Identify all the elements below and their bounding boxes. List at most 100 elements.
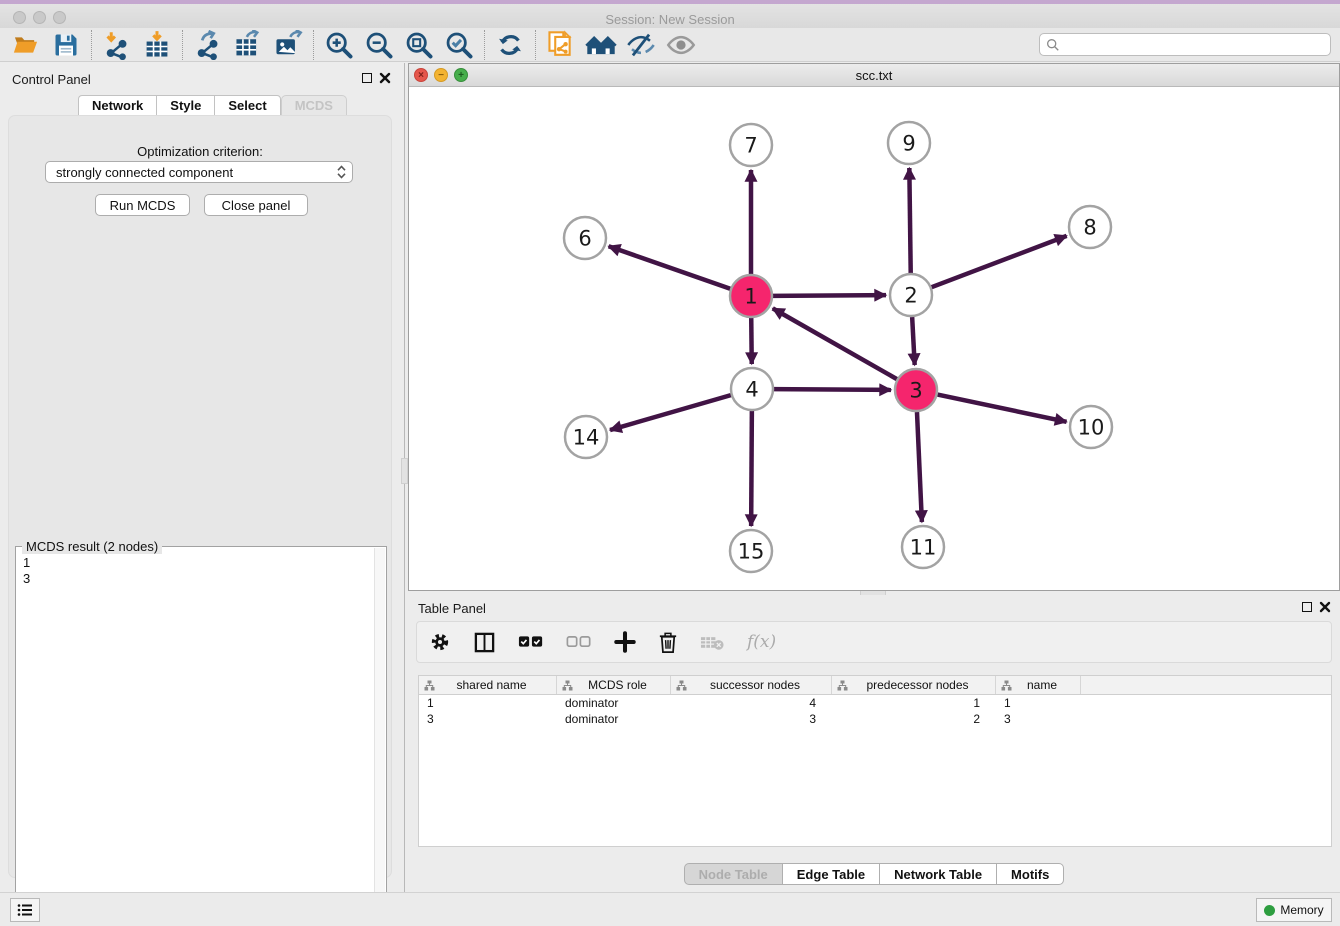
hierarchy-icon: [562, 680, 573, 691]
selected-option: strongly connected component: [56, 165, 337, 180]
import-network-button[interactable]: [97, 29, 137, 61]
network-canvas[interactable]: 1234678910111415: [409, 87, 1339, 590]
graph-edge-1-2[interactable]: [773, 295, 886, 296]
node-table[interactable]: shared nameMCDS rolesuccessor nodesprede…: [418, 675, 1332, 847]
table-cell[interactable]: 3: [419, 711, 557, 727]
graph-edge-1-6[interactable]: [609, 246, 731, 288]
zoom-selected-button[interactable]: [439, 29, 479, 61]
graph-node-label: 1: [744, 285, 757, 309]
mcds-result-title: MCDS result (2 nodes): [22, 539, 162, 554]
zoom-in-button[interactable]: [319, 29, 359, 61]
search-input[interactable]: [1060, 38, 1330, 52]
zoom-out-button[interactable]: [359, 29, 399, 61]
table-cell[interactable]: 3: [996, 711, 1081, 727]
hierarchy-icon: [424, 680, 435, 691]
graph-node-label: 9: [902, 132, 915, 156]
graph-edge-4-14[interactable]: [610, 395, 731, 430]
search-field[interactable]: [1039, 33, 1331, 56]
graph-node-label: 8: [1083, 216, 1096, 240]
eye-icon: [666, 31, 696, 59]
tab-style[interactable]: Style: [156, 95, 214, 116]
houses-icon: [585, 31, 617, 59]
graph-edge-4-15[interactable]: [751, 411, 752, 526]
table-cell[interactable]: dominator: [557, 695, 671, 711]
graph-edge-2-8[interactable]: [932, 236, 1067, 287]
import-table-button[interactable]: [137, 29, 177, 61]
table-cell[interactable]: 1: [832, 695, 996, 711]
graph-edge-3-10[interactable]: [938, 395, 1067, 422]
tab-motifs[interactable]: Motifs: [996, 863, 1064, 885]
splitter-grip[interactable]: [401, 458, 408, 484]
graph-edge-3-11[interactable]: [917, 412, 922, 522]
graph-edge-4-3[interactable]: [774, 389, 891, 390]
column-header-predecessor-nodes[interactable]: predecessor nodes: [832, 676, 996, 694]
select-all-checked-icon[interactable]: [518, 635, 544, 649]
table-cell[interactable]: dominator: [557, 711, 671, 727]
export-table-button[interactable]: [228, 29, 268, 61]
open-session-button[interactable]: [6, 29, 46, 61]
table-cell[interactable]: 1: [996, 695, 1081, 711]
table-row[interactable]: 3dominator323: [419, 711, 1331, 727]
export-network-button[interactable]: [188, 29, 228, 61]
clone-network-icon: [546, 30, 576, 60]
deselect-all-icon[interactable]: [566, 635, 592, 649]
tab-node-table[interactable]: Node Table: [684, 863, 782, 885]
show-eye-button[interactable]: [661, 29, 701, 61]
vertical-splitter[interactable]: [401, 63, 408, 892]
tab-select[interactable]: Select: [214, 95, 280, 116]
column-header-name[interactable]: name: [996, 676, 1081, 694]
column-layout-icon[interactable]: [473, 631, 496, 654]
settings-gear-icon[interactable]: [429, 631, 451, 653]
hierarchy-icon: [837, 680, 848, 691]
delete-table-icon[interactable]: [700, 633, 725, 651]
export-image-button[interactable]: [268, 29, 308, 61]
tab-edge-table[interactable]: Edge Table: [782, 863, 879, 885]
graph-edge-2-3[interactable]: [912, 317, 915, 365]
save-session-button[interactable]: [46, 29, 86, 61]
status-bar: Memory: [0, 892, 1340, 926]
table-cell[interactable]: 2: [832, 711, 996, 727]
function-builder-icon[interactable]: f(x): [747, 632, 776, 652]
table-cell[interactable]: 3: [671, 711, 832, 727]
export-table-icon: [233, 30, 263, 60]
titlebar: Session: New Session: [0, 4, 1340, 28]
network-view-title: scc.txt: [409, 64, 1339, 87]
zoom-fit-button[interactable]: [399, 29, 439, 61]
toolbar-divider: [484, 30, 485, 60]
tab-network[interactable]: Network: [78, 95, 156, 116]
table-cell[interactable]: 4: [671, 695, 832, 711]
show-all-views-button[interactable]: [581, 29, 621, 61]
open-folder-icon: [11, 31, 41, 59]
run-mcds-button[interactable]: Run MCDS: [95, 194, 190, 216]
mcds-result-text: 1 3: [23, 555, 30, 587]
toolbar-divider: [313, 30, 314, 60]
float-panel-icon[interactable]: [1302, 602, 1312, 612]
result-scrollbar[interactable]: [374, 548, 385, 921]
add-column-icon[interactable]: [614, 631, 636, 653]
tab-mcds[interactable]: MCDS: [281, 95, 347, 116]
network-graph[interactable]: 1234678910111415: [409, 87, 1339, 590]
optimization-criterion-select[interactable]: strongly connected component: [45, 161, 353, 183]
apply-layout-button[interactable]: [490, 29, 530, 61]
table-header-row: shared nameMCDS rolesuccessor nodesprede…: [419, 676, 1331, 695]
graph-edge-3-1[interactable]: [773, 308, 897, 379]
close-panel-icon[interactable]: [1319, 601, 1331, 613]
delete-column-icon[interactable]: [658, 631, 678, 654]
graph-node-label: 14: [573, 426, 600, 450]
task-history-button[interactable]: [10, 898, 40, 922]
close-panel-icon[interactable]: [379, 72, 391, 84]
hide-selected-button[interactable]: [621, 29, 661, 61]
close-panel-button[interactable]: Close panel: [204, 194, 308, 216]
table-cell[interactable]: 1: [419, 695, 557, 711]
column-header-MCDS-role[interactable]: MCDS role: [557, 676, 671, 694]
graph-edge-2-9[interactable]: [909, 168, 910, 273]
memory-button[interactable]: Memory: [1256, 898, 1332, 922]
network-view-window: × − + scc.txt 1234678910111415: [408, 63, 1340, 591]
clone-network-button[interactable]: [541, 29, 581, 61]
tab-network-table[interactable]: Network Table: [879, 863, 996, 885]
float-panel-icon[interactable]: [362, 73, 372, 83]
column-header-shared-name[interactable]: shared name: [419, 676, 557, 694]
column-header-successor-nodes[interactable]: successor nodes: [671, 676, 832, 694]
table-row[interactable]: 1dominator411: [419, 695, 1331, 711]
eye-slash-icon: [626, 31, 656, 59]
